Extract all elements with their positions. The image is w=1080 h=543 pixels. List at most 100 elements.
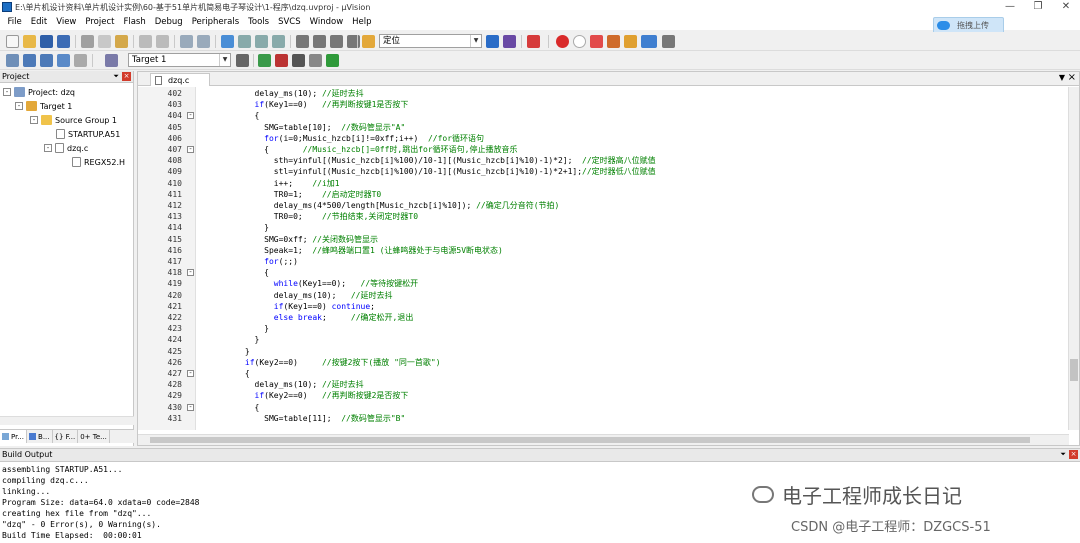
tab-books[interactable]: B... <box>27 430 53 443</box>
fold-toggle-icon[interactable]: - <box>187 112 194 120</box>
tree-target[interactable]: - Target 1 <box>15 101 72 111</box>
open-folder-icon[interactable] <box>23 35 36 48</box>
manage-project-items-icon[interactable] <box>275 54 288 67</box>
fold-toggle-icon[interactable]: - <box>187 146 194 153</box>
kill-breakpoints-icon[interactable] <box>607 35 620 48</box>
project-horizontal-scrollbar[interactable] <box>0 416 134 425</box>
tab-functions[interactable]: {} F... <box>53 430 79 443</box>
fold-toggle-icon[interactable]: - <box>187 370 194 377</box>
paste-icon[interactable] <box>115 35 128 48</box>
find-icon[interactable] <box>503 35 516 48</box>
tree-project-root[interactable]: - Project: dzq <box>3 87 75 97</box>
bookmark-icon[interactable] <box>221 35 234 48</box>
menu-peripherals[interactable]: Peripherals <box>187 17 243 27</box>
manage-components-icon[interactable] <box>258 54 271 67</box>
save-all-icon[interactable] <box>57 35 70 48</box>
collapse-icon[interactable]: - <box>3 88 11 96</box>
menu-edit[interactable]: Edit <box>26 17 51 27</box>
chevron-down-icon[interactable]: ▼ <box>1059 73 1065 82</box>
configure-icon[interactable] <box>624 35 637 48</box>
code-area[interactable]: 402 delay_ms(10); //延时去抖 403 if(Key1==0) … <box>138 87 1069 430</box>
target-options-icon[interactable] <box>236 54 249 67</box>
line-number: 426 <box>167 357 182 367</box>
disable-breakpoints-icon[interactable] <box>590 35 603 48</box>
minimize-button[interactable]: — <box>996 0 1024 14</box>
tree-source-group[interactable]: - Source Group 1 <box>30 115 117 125</box>
menu-window[interactable]: Window <box>305 17 348 27</box>
pin-icon[interactable]: ⏷ <box>113 71 119 82</box>
pack-installer-icon[interactable] <box>326 54 339 67</box>
menu-tools[interactable]: Tools <box>244 17 274 27</box>
comment-icon[interactable] <box>330 35 343 48</box>
download-icon[interactable] <box>105 54 118 67</box>
find-combo[interactable]: 定位 ▼ <box>379 34 482 48</box>
editor-vertical-scrollbar[interactable] <box>1068 87 1079 430</box>
target-select[interactable]: Target 1 ▼ <box>128 53 231 67</box>
tab-dzq-c[interactable]: dzq.c <box>150 73 210 86</box>
menu-svcs[interactable]: SVCS <box>274 17 306 27</box>
tab-templates[interactable]: 0+ Te... <box>78 430 110 443</box>
bookmark-clear-icon[interactable] <box>272 35 285 48</box>
undo-icon[interactable] <box>139 35 152 48</box>
tree-label: Target 1 <box>40 101 73 111</box>
tab-project[interactable]: Pr... <box>0 430 28 443</box>
close-pane-icon[interactable]: × <box>1069 450 1078 459</box>
build-line: linking... <box>2 487 51 496</box>
unindent-icon[interactable] <box>313 35 326 48</box>
translate-icon[interactable] <box>6 54 19 67</box>
tree-file-startup[interactable]: STARTUP.A51 <box>56 129 120 139</box>
fold-toggle-icon[interactable]: - <box>187 403 194 411</box>
tools-icon[interactable] <box>662 35 675 48</box>
menu-project[interactable]: Project <box>81 17 119 27</box>
collapse-icon[interactable]: - <box>15 102 23 110</box>
indent-icon[interactable] <box>296 35 309 48</box>
collapse-icon[interactable]: - <box>30 116 38 124</box>
tree-file-regx52[interactable]: REGX52.H <box>72 157 125 167</box>
scroll-thumb[interactable] <box>1070 359 1078 381</box>
batch-build-icon[interactable] <box>57 54 70 67</box>
line-number: 427 <box>167 369 182 378</box>
bookmark-next-icon[interactable] <box>255 35 268 48</box>
copy-icon[interactable] <box>98 35 111 48</box>
rebuild-icon[interactable] <box>40 54 53 67</box>
menu-file[interactable]: File <box>3 17 26 27</box>
menu-debug[interactable]: Debug <box>150 17 187 27</box>
nav-forward-icon[interactable] <box>197 35 210 48</box>
select-packs-icon[interactable] <box>292 54 305 67</box>
window-layout-icon[interactable] <box>641 35 657 48</box>
manage-run-time-icon[interactable] <box>309 54 322 67</box>
close-icon[interactable]: × <box>1068 72 1076 83</box>
code-line: delay_ms(10); //延时去抖 <box>216 89 364 98</box>
nav-back-icon[interactable] <box>180 35 193 48</box>
new-file-icon[interactable] <box>6 35 19 48</box>
close-pane-icon[interactable]: × <box>122 72 131 81</box>
collapse-icon[interactable]: - <box>44 144 52 152</box>
debug-session-icon[interactable] <box>527 35 540 48</box>
bookmark-prev-icon[interactable] <box>238 35 251 48</box>
build-line: "dzq" - 0 Error(s), 0 Warning(s). <box>2 520 161 529</box>
fold-toggle-icon[interactable]: - <box>187 269 194 277</box>
editor-horizontal-scrollbar[interactable] <box>138 434 1069 445</box>
insert-breakpoint-icon[interactable] <box>556 35 569 48</box>
menu-view[interactable]: View <box>52 17 81 27</box>
scroll-thumb[interactable] <box>150 437 1030 443</box>
stop-build-icon[interactable] <box>74 54 87 67</box>
find-in-files-icon[interactable] <box>362 35 375 48</box>
save-icon[interactable] <box>40 35 53 48</box>
tree-file-dzq[interactable]: - dzq.c <box>44 143 88 153</box>
code-line: if(Key1==0) continue; <box>273 301 375 311</box>
menu-flash[interactable]: Flash <box>119 17 150 27</box>
build-icon[interactable] <box>23 54 36 67</box>
enable-breakpoint-icon[interactable] <box>573 35 586 48</box>
pin-icon[interactable]: ⏷ <box>1060 449 1066 460</box>
menu-help[interactable]: Help <box>348 17 376 27</box>
code-line: } <box>216 335 260 345</box>
restore-button[interactable]: ❐ <box>1024 0 1052 14</box>
close-window-button[interactable]: ✕ <box>1052 0 1080 14</box>
cut-icon[interactable] <box>81 35 94 48</box>
wechat-icon <box>752 486 774 503</box>
redo-icon[interactable] <box>156 35 169 48</box>
code-line: i++; //i加1 <box>216 178 340 188</box>
incremental-find-icon[interactable] <box>486 35 499 48</box>
uncomment-icon[interactable] <box>347 35 360 48</box>
